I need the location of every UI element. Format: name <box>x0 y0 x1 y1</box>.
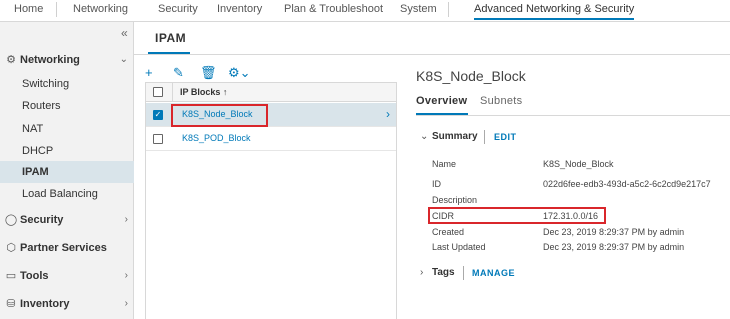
sidebar-section-label: Networking <box>20 54 80 66</box>
tab-divider <box>416 115 730 116</box>
sidebar-item-switching[interactable]: Switching <box>0 73 134 95</box>
field-label: ID <box>432 179 441 189</box>
summary-heading[interactable]: Summary <box>432 131 478 142</box>
detail-title: K8S_Node_Block <box>416 68 526 84</box>
tags-heading[interactable]: Tags <box>432 267 455 278</box>
edit-icon[interactable]: ✎ <box>173 65 184 81</box>
field-label: Description <box>432 195 478 205</box>
highlight-box <box>171 104 268 127</box>
nav-separator <box>448 2 449 17</box>
column-header-ip-blocks[interactable]: IP Blocks ↑ <box>180 87 227 97</box>
network-icon: ⚙ <box>6 54 16 66</box>
sidebar-section-label: Tools <box>20 270 49 282</box>
sidebar-item-load-balancing[interactable]: Load Balancing <box>0 183 134 205</box>
chevron-right-icon: › <box>124 298 128 309</box>
sidebar-section-security[interactable]: ◯ Security › <box>0 209 134 231</box>
tools-icon: ▭ <box>5 270 17 282</box>
settings-icon[interactable]: ⚙⌄ <box>228 65 251 81</box>
chevron-down-icon[interactable]: ⌄ <box>420 131 428 142</box>
sidebar-section-label: Inventory <box>20 298 70 310</box>
nav-tab-system[interactable]: System <box>400 3 437 15</box>
field-label: Created <box>432 227 465 237</box>
chevron-right-icon[interactable]: › <box>420 267 423 278</box>
section-separator <box>463 266 464 280</box>
inventory-icon: ⛁ <box>6 298 16 310</box>
highlight-box <box>428 207 606 224</box>
select-all-checkbox[interactable] <box>153 87 163 97</box>
chevron-right-icon: › <box>124 270 128 281</box>
sidebar-item-ipam[interactable]: IPAM <box>0 161 134 183</box>
nav-separator <box>56 2 57 17</box>
edit-button[interactable]: EDIT <box>494 132 517 142</box>
section-separator <box>484 130 485 144</box>
field-value: 022d6fee-edb3-493d-a5c2-6c2cd9e217c7 <box>543 179 711 189</box>
add-icon[interactable]: + <box>145 65 153 80</box>
sidebar-section-inventory[interactable]: ⛁ Inventory › <box>0 293 134 315</box>
field-label: Name <box>432 159 457 169</box>
field-value: Dec 23, 2019 8:29:37 PM by admin <box>543 242 685 252</box>
nav-tab-home[interactable]: Home <box>14 3 43 15</box>
tab-subnets[interactable]: Subnets <box>480 95 522 107</box>
chevron-right-icon[interactable]: › <box>386 107 390 121</box>
field-value: K8S_Node_Block <box>543 159 614 169</box>
partner-icon: ⬡ <box>6 242 16 254</box>
sidebar-section-label: Partner Services <box>20 242 107 254</box>
column-divider <box>172 83 173 101</box>
chevron-down-icon: ⌄ <box>119 54 128 65</box>
field-value: Dec 23, 2019 8:29:37 PM by admin <box>543 227 685 237</box>
sidebar-section-label: Security <box>20 214 64 226</box>
sidebar-section-networking[interactable]: ⚙ Networking ⌄ <box>0 49 134 71</box>
header-divider <box>134 54 730 55</box>
sidebar: « ⚙ Networking ⌄ Switching Routers NAT D… <box>0 22 134 319</box>
nav-tab-plan-troubleshoot[interactable]: Plan & Troubleshoot <box>284 3 383 15</box>
grid-header: IP Blocks ↑ <box>146 82 396 102</box>
manage-button[interactable]: MANAGE <box>472 268 515 278</box>
sidebar-item-dhcp[interactable]: DHCP <box>0 140 134 162</box>
nav-tab-advanced-networking[interactable]: Advanced Networking & Security <box>474 3 635 20</box>
nav-tab-security[interactable]: Security <box>158 3 198 15</box>
top-navigation: Home Networking Security Inventory Plan … <box>0 0 730 22</box>
row-checkbox[interactable]: ✓ <box>153 110 163 120</box>
sidebar-section-tools[interactable]: ▭ Tools › <box>0 265 134 287</box>
nav-tab-inventory[interactable]: Inventory <box>217 3 262 15</box>
chevron-right-icon: › <box>124 214 128 225</box>
table-row[interactable]: K8S_POD_Block <box>146 127 396 151</box>
nav-tab-networking[interactable]: Networking <box>73 3 128 15</box>
sidebar-item-routers[interactable]: Routers <box>0 95 134 117</box>
sidebar-item-nat[interactable]: NAT <box>0 118 134 140</box>
sidebar-section-partner-services[interactable]: ⬡ Partner Services <box>0 237 134 259</box>
delete-icon[interactable]: 🗑 <box>200 65 217 81</box>
ip-block-link[interactable]: K8S_POD_Block <box>182 133 251 143</box>
collapse-sidebar-icon[interactable]: « <box>121 26 128 40</box>
page-title: IPAM <box>155 31 187 45</box>
row-checkbox[interactable] <box>153 134 163 144</box>
tab-overview[interactable]: Overview <box>416 95 467 107</box>
shield-icon: ◯ <box>4 214 18 226</box>
field-label: Last Updated <box>432 242 486 252</box>
